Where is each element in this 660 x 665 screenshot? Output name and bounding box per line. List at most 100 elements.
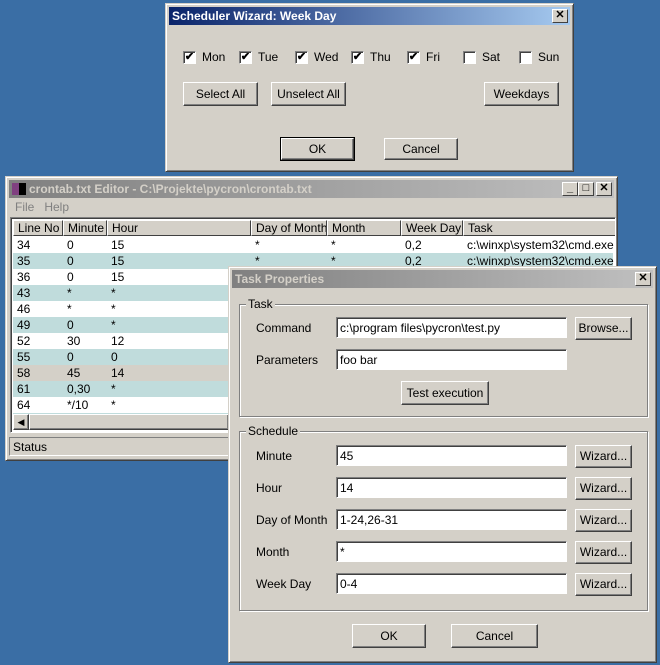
task-cancel-button[interactable]: Cancel	[451, 624, 538, 648]
checkbox-mon[interactable]: ✔ Mon	[183, 50, 225, 64]
table-cell: 43	[17, 286, 31, 300]
table-cell: c:\winxp\system32\cmd.exe /c	[467, 238, 616, 252]
checkbox-sun[interactable]: Sun	[519, 50, 559, 64]
table-cell: 0	[67, 270, 74, 284]
wizard-button[interactable]: Wizard...	[575, 445, 632, 468]
schedule-label: Day of Month	[256, 513, 328, 527]
wizard-button[interactable]: Wizard...	[575, 477, 632, 500]
check-icon	[519, 50, 532, 64]
table-cell: 58	[17, 366, 31, 380]
table-row[interactable]: 34 0 15 * * 0,2 c:\winxp\system32\cmd.exe /c	[13, 237, 616, 253]
menu-bar: File Help	[10, 199, 74, 216]
schedule-label: Month	[256, 545, 290, 559]
column-header[interactable]: Minute	[63, 220, 107, 236]
task-title-bar[interactable]: Task Properties ✕	[232, 270, 653, 288]
check-icon: ✔	[295, 50, 308, 64]
wizard-button[interactable]: Wizard...	[575, 541, 632, 564]
table-cell: 15	[111, 238, 125, 252]
table-cell: 36	[17, 270, 31, 284]
table-cell: 0,30	[67, 382, 91, 396]
check-icon: ✔	[351, 50, 364, 64]
table-cell: 0	[67, 254, 74, 268]
browse-button[interactable]: Browse...	[575, 317, 632, 340]
checkbox-tue[interactable]: ✔ Tue	[239, 50, 278, 64]
check-icon: ✔	[407, 50, 420, 64]
table-cell: 0,2	[405, 238, 422, 252]
parameters-input[interactable]: foo bar	[336, 349, 567, 370]
weekdays-button[interactable]: Weekdays	[484, 82, 559, 106]
close-icon[interactable]: ✕	[635, 272, 651, 286]
task-title: Task Properties	[235, 272, 325, 286]
task-ok-button[interactable]: OK	[352, 624, 426, 648]
checkbox-label: Mon	[202, 50, 226, 64]
wizard-ok-button[interactable]: OK	[280, 137, 355, 161]
table-cell: 64	[17, 398, 31, 412]
column-header[interactable]: Week Day	[401, 220, 463, 236]
checkbox-thu[interactable]: ✔ Thu	[351, 50, 391, 64]
table-cell: 35	[17, 254, 31, 268]
table-cell: 55	[17, 350, 31, 364]
menu-file[interactable]: File	[10, 200, 39, 214]
table-cell: *	[255, 238, 260, 252]
table-cell: *	[67, 286, 72, 300]
table-cell: *	[331, 238, 336, 252]
schedule-label: Week Day	[256, 577, 312, 591]
column-header[interactable]: Line No	[13, 220, 63, 236]
checkbox-label: Fri	[426, 50, 440, 64]
schedule-input-week-day[interactable]: 0-4	[336, 573, 567, 594]
scroll-thumb[interactable]	[29, 414, 229, 430]
scroll-left-button[interactable]: ◀	[13, 414, 29, 430]
editor-title-bar[interactable]: crontab.txt Editor - C:\Projekte\pycron\…	[9, 180, 614, 198]
table-cell: 0	[67, 238, 74, 252]
table-cell: 61	[17, 382, 31, 396]
minimize-icon[interactable]: _	[562, 182, 578, 196]
check-icon: ✔	[239, 50, 252, 64]
select-all-button[interactable]: Select All	[183, 82, 258, 106]
check-icon	[463, 50, 476, 64]
table-cell: 46	[17, 302, 31, 316]
schedule-label: Hour	[256, 481, 283, 495]
checkbox-sat[interactable]: Sat	[463, 50, 500, 64]
task-properties-dialog: Task Properties ✕ Task Command c:\progra…	[228, 266, 657, 663]
checkbox-label: Tue	[258, 50, 279, 64]
table-cell: 0	[67, 318, 74, 332]
close-icon[interactable]: ✕	[552, 9, 568, 23]
checkbox-label: Sat	[482, 50, 501, 64]
table-cell: 49	[17, 318, 31, 332]
wizard-button[interactable]: Wizard...	[575, 509, 632, 532]
table-cell: 34	[17, 238, 31, 252]
table-cell: 0	[67, 350, 74, 364]
column-header[interactable]: Hour	[107, 220, 251, 236]
table-cell: 52	[17, 334, 31, 348]
maximize-icon[interactable]: □	[578, 182, 594, 196]
unselect-all-button[interactable]: Unselect All	[271, 82, 346, 106]
column-header[interactable]: Task	[463, 220, 615, 236]
table-cell: */10	[67, 398, 89, 412]
column-header[interactable]: Month	[327, 220, 401, 236]
command-label: Command	[256, 321, 312, 335]
checkbox-label: Sun	[538, 50, 560, 64]
checkbox-label: Wed	[314, 50, 339, 64]
editor-title: crontab.txt Editor - C:\Projekte\pycron\…	[29, 182, 312, 196]
schedule-group-label: Schedule	[246, 424, 301, 438]
column-header[interactable]: Day of Month	[251, 220, 327, 236]
schedule-input-month[interactable]: *	[336, 541, 567, 562]
editor-app-icon	[12, 183, 26, 195]
menu-help[interactable]: Help	[39, 200, 74, 214]
test-execution-button[interactable]: Test execution	[401, 381, 489, 405]
checkbox-wed[interactable]: ✔ Wed	[295, 50, 338, 64]
checkbox-label: Thu	[370, 50, 391, 64]
wizard-title: Scheduler Wizard: Week Day	[172, 9, 337, 23]
parameters-label: Parameters	[256, 353, 319, 367]
command-input[interactable]: c:\program files\pycron\test.py	[336, 317, 567, 338]
checkbox-fri[interactable]: ✔ Fri	[407, 50, 440, 64]
schedule-input-hour[interactable]: 14	[336, 477, 567, 498]
close-icon[interactable]: ✕	[596, 182, 612, 196]
schedule-input-day-of-month[interactable]: 1-24,26-31	[336, 509, 567, 530]
wizard-title-bar[interactable]: Scheduler Wizard: Week Day ✕	[169, 7, 570, 25]
check-icon: ✔	[183, 50, 196, 64]
wizard-button[interactable]: Wizard...	[575, 573, 632, 596]
wizard-cancel-button[interactable]: Cancel	[384, 138, 458, 160]
scheduler-wizard-dialog: Scheduler Wizard: Week Day ✕ ✔ Mon ✔ Tue ✔ We…	[165, 3, 574, 172]
schedule-input-minute[interactable]: 45	[336, 445, 567, 466]
